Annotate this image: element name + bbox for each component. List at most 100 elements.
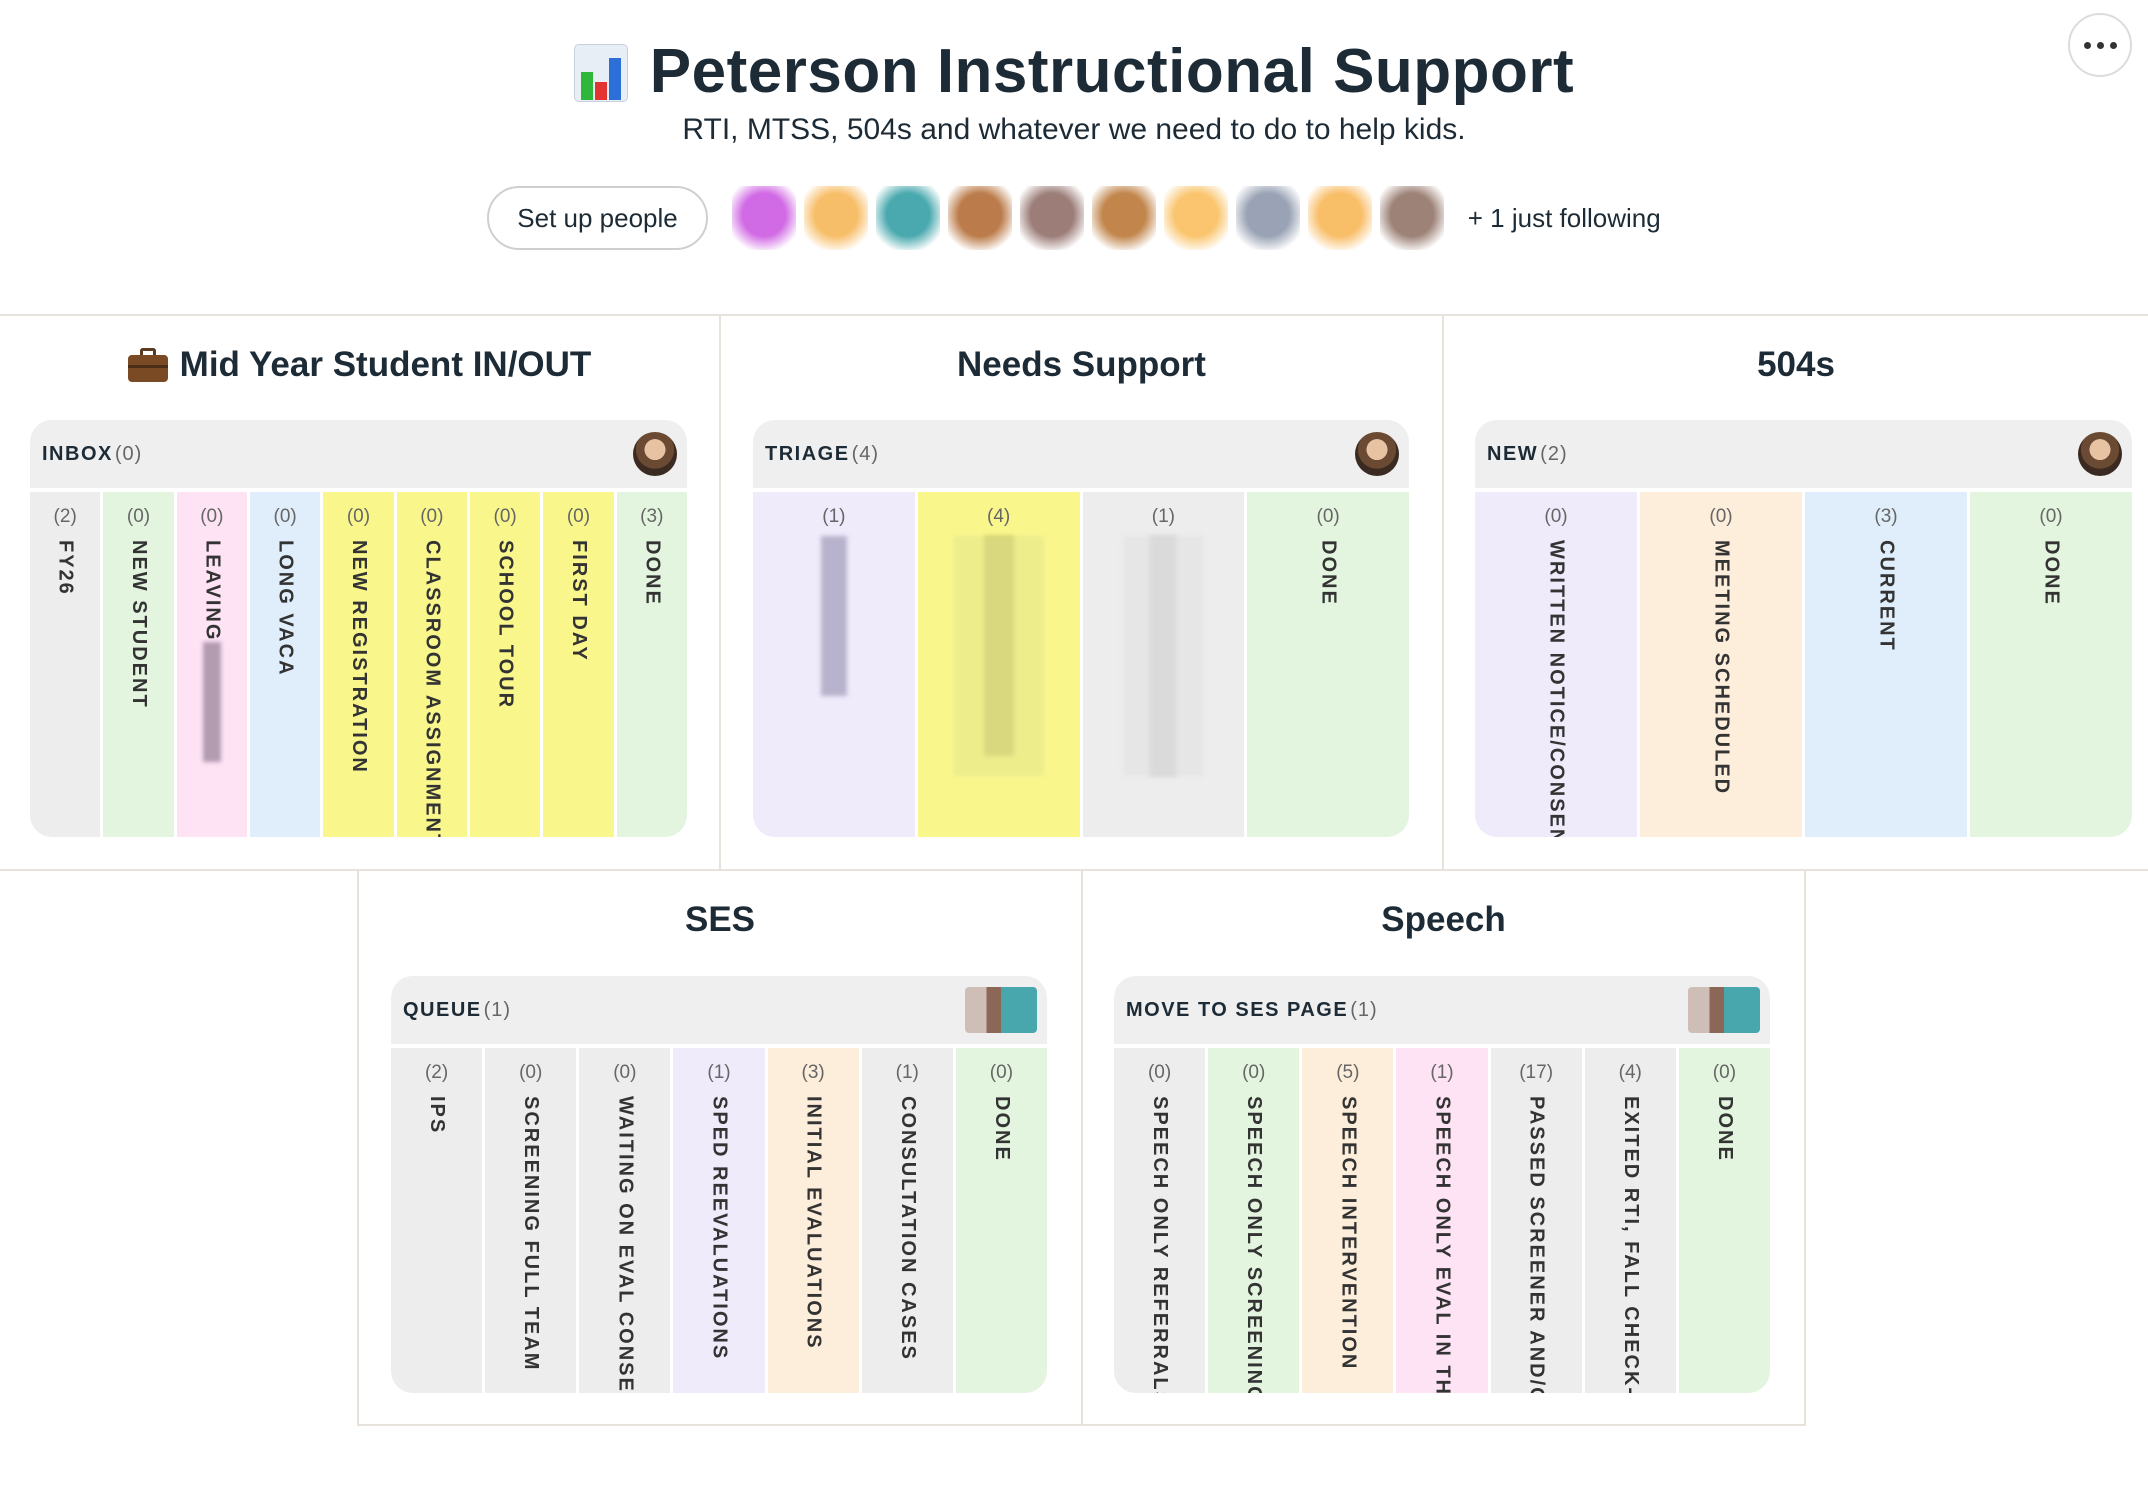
board-header[interactable]: QUEUE (1)	[391, 976, 1047, 1044]
board-column[interactable]: (1) SPED REEVALUATIONS	[673, 1048, 765, 1393]
board-column[interactable]: (3) CURRENT	[1805, 492, 1967, 837]
board-column[interactable]: (3) DONE	[616, 492, 687, 837]
column-name: DONE	[641, 540, 664, 606]
person-avatar[interactable]	[1235, 186, 1300, 250]
set-up-people-button[interactable]: Set up people	[487, 186, 708, 250]
board-header[interactable]: TRIAGE (4)	[753, 420, 1409, 488]
page-title: Peterson Instructional Support	[649, 37, 1575, 106]
column-name: NEW REGISTRATION	[347, 540, 370, 774]
board-column[interactable]: (0) WAITING ON EVAL CONSENT	[579, 1048, 671, 1393]
board-count: (2)	[1540, 442, 1568, 465]
person-avatar[interactable]	[731, 186, 796, 250]
board-504s-new[interactable]: NEW (2) (0) WRITTEN NOTICE/CONSENT (0) MEETIN…	[1475, 420, 2132, 837]
board-column[interactable]: (0) SCREENING FULL TEAM	[485, 1048, 577, 1393]
column-name: CLASSROOM ASSIGNMENT	[421, 540, 444, 837]
page-header: Peterson Instructional Support RTI, MTSS…	[0, 36, 2148, 147]
board-owner-avatar[interactable]	[2078, 432, 2122, 476]
board-header[interactable]: NEW (2)	[1475, 420, 2132, 488]
board-column[interactable]: (0) NEW STUDENT	[103, 492, 174, 837]
column-name: LONG VACA	[274, 540, 297, 677]
person-avatar[interactable]	[1163, 186, 1228, 250]
board-mid-year-inbox[interactable]: INBOX (0) (2) FY26 (0) NEW STUDENT (0) LEAVING(…	[30, 420, 687, 837]
grid-divider	[357, 869, 359, 1425]
column-name: IPS	[426, 1096, 449, 1135]
board-owner-avatar[interactable]	[633, 432, 677, 476]
project-title-mid-year[interactable]: Mid Year Student IN/OUT	[0, 345, 719, 385]
project-title-speech[interactable]: Speech	[1083, 900, 1804, 940]
column-count: (0)	[1242, 1062, 1266, 1083]
column-count: (0)	[519, 1062, 543, 1083]
grid-divider	[1804, 869, 1806, 1425]
board-header[interactable]: MOVE TO SES PAGE (1)	[1114, 976, 1770, 1044]
board-ses-queue[interactable]: QUEUE (1) (2) IPS (0) SCREENING FULL TEAM (0) W…	[391, 976, 1047, 1393]
board-column[interactable]: (17) PASSED SCREENER AND/OR	[1490, 1048, 1582, 1393]
board-column[interactable]: (0) DONE	[955, 1048, 1047, 1393]
column-name: FIRST DAY	[567, 540, 590, 662]
board-header[interactable]: INBOX (0)	[30, 420, 687, 488]
board-column[interactable]: (0) LONG VACA	[249, 492, 321, 837]
board-column[interactable]: (0) SPEECH ONLY SCREENINGS	[1208, 1048, 1300, 1393]
board-name: QUEUE	[403, 998, 482, 1021]
board-column[interactable]: (0) DONE	[1247, 492, 1409, 837]
column-count: (3)	[801, 1062, 825, 1083]
board-speech-move-to-ses[interactable]: MOVE TO SES PAGE (1) (0) SPEECH ONLY REFERR…	[1114, 976, 1770, 1393]
person-avatar[interactable]	[947, 186, 1012, 250]
person-avatar[interactable]	[1307, 186, 1372, 250]
board-column[interactable]: (4)	[917, 492, 1080, 837]
board-needs-support-triage[interactable]: TRIAGE (4) (1) (4) (1) (0) DONE	[753, 420, 1409, 837]
column-count: (5)	[1336, 1062, 1360, 1083]
redacted-label	[202, 642, 221, 762]
board-column[interactable]: (0) SPEECH ONLY REFERRALS	[1114, 1048, 1206, 1393]
board-column[interactable]: (5) SPEECH INTERVENTION	[1302, 1048, 1394, 1393]
board-count: (1)	[483, 998, 512, 1021]
board-column[interactable]: (0) DONE	[1678, 1048, 1770, 1393]
column-count: (0)	[420, 506, 444, 527]
board-column[interactable]: (4) EXITED RTI, FALL CHECK-IN	[1584, 1048, 1676, 1393]
person-avatar[interactable]	[803, 186, 868, 250]
board-name: INBOX	[42, 442, 113, 465]
board-column[interactable]: (0) FIRST DAY	[543, 492, 614, 837]
column-name: CURRENT	[1875, 540, 1898, 652]
page-subtitle: RTI, MTSS, 504s and whatever we need to …	[682, 113, 1466, 146]
person-avatar[interactable]	[875, 186, 940, 250]
board-column[interactable]: (0) WRITTEN NOTICE/CONSENT	[1475, 492, 1637, 837]
board-name: MOVE TO SES PAGE	[1126, 998, 1349, 1021]
board-owner-avatar[interactable]	[1355, 432, 1399, 476]
project-title-ses[interactable]: SES	[359, 900, 1081, 940]
board-columns: (2) IPS (0) SCREENING FULL TEAM (0) WAITING O…	[391, 1048, 1047, 1393]
board-owner-avatar[interactable]	[965, 987, 1037, 1033]
column-count: (1)	[1151, 506, 1175, 527]
project-title-needs-support[interactable]: Needs Support	[721, 345, 1442, 385]
board-column[interactable]: (1)	[1082, 492, 1245, 837]
redacted-label	[820, 536, 847, 696]
board-column[interactable]: (0) CLASSROOM ASSIGNMENT	[396, 492, 467, 837]
column-name: SPEECH ONLY REFERRALS	[1149, 1096, 1172, 1393]
board-column[interactable]: (0) NEW REGISTRATION	[323, 492, 394, 837]
column-count: (4)	[987, 506, 1011, 527]
board-column[interactable]: (2) IPS	[391, 1048, 483, 1393]
board-columns: (0) WRITTEN NOTICE/CONSENT (0) MEETING SCHE…	[1475, 492, 2132, 837]
column-count: (0)	[1712, 1062, 1737, 1083]
board-column[interactable]: (0) DONE	[1970, 492, 2132, 837]
board-owner-avatar[interactable]	[1688, 987, 1760, 1033]
column-name: INITIAL EVALUATIONS	[802, 1096, 825, 1350]
grid-divider	[1442, 314, 1444, 870]
column-name: SPEECH ONLY EVAL IN THERAPY	[1431, 1096, 1454, 1393]
project-title-504s[interactable]: 504s	[1444, 345, 2148, 385]
board-column[interactable]: (3) INITIAL EVALUATIONS	[767, 1048, 859, 1393]
board-column[interactable]: (2) FY26	[30, 492, 101, 837]
board-column[interactable]: (1)	[753, 492, 915, 837]
board-column[interactable]: (1) CONSULTATION CASES	[861, 1048, 953, 1393]
column-name: WAITING ON EVAL CONSENT	[614, 1096, 637, 1393]
person-avatar[interactable]	[1091, 186, 1156, 250]
board-column[interactable]: (0) SCHOOL TOUR	[469, 492, 541, 837]
board-column[interactable]: (0) LEAVING	[176, 492, 247, 837]
person-avatar[interactable]	[1379, 186, 1444, 250]
column-count: (0)	[200, 506, 224, 527]
board-count: (0)	[114, 442, 143, 465]
just-following-link[interactable]: + 1 just following	[1468, 203, 1661, 234]
column-count: (0)	[2039, 506, 2063, 527]
person-avatar[interactable]	[1019, 186, 1084, 250]
board-column[interactable]: (0) MEETING SCHEDULED	[1640, 492, 1802, 837]
board-column[interactable]: (1) SPEECH ONLY EVAL IN THERAPY	[1396, 1048, 1488, 1393]
